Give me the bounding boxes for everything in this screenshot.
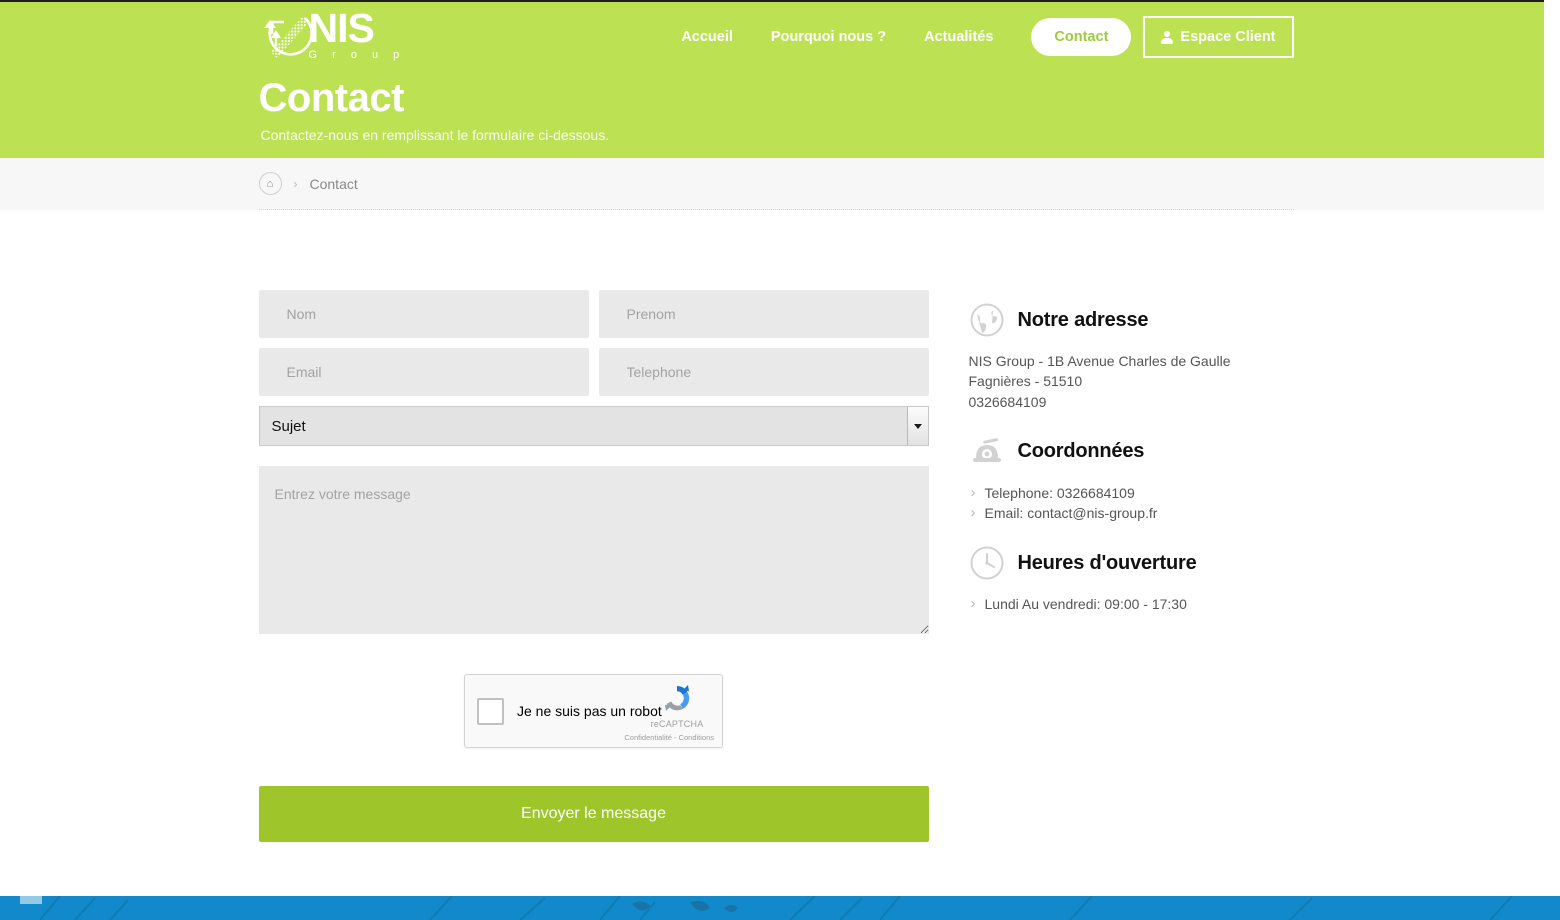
hours-heading: Heures d'ouverture — [969, 545, 1294, 581]
breadcrumb-bar: ⌂ › Contact — [0, 158, 1552, 210]
coordonnees-block: Coordonnées Telephone: 0326684109 Email:… — [969, 434, 1294, 524]
address-block: Notre adresse NIS Group - 1B Avenue Char… — [969, 302, 1294, 412]
espace-client-button[interactable]: Espace Client — [1143, 16, 1294, 58]
page-subtitle: Contactez-nous en remplissant le formula… — [260, 127, 610, 143]
home-icon[interactable]: ⌂ — [258, 172, 282, 195]
header-inner: NIS G r o u p Accueil Pourquoi nous ? Ac… — [259, 2, 1294, 158]
name-row — [258, 290, 929, 338]
hours-title: Heures d'ouverture — [1017, 551, 1197, 574]
user-icon — [1161, 30, 1174, 44]
address-title: Notre adresse — [1017, 308, 1149, 331]
page-title: Contact — [258, 76, 405, 120]
nav-item-actualites[interactable]: Actualités — [924, 29, 993, 45]
nom-input[interactable] — [258, 290, 589, 338]
recaptcha-widget[interactable]: Je ne suis pas un robot reCAPTCHA Confid… — [464, 674, 723, 748]
telephone-icon — [972, 438, 1001, 462]
main-navigation: Accueil Pourquoi nous ? Actualités Conta… — [681, 16, 1294, 58]
recaptcha-icon — [665, 685, 690, 711]
address-line-3: 0326684109 — [968, 393, 1047, 410]
breadcrumb: ⌂ › Contact — [258, 158, 1294, 210]
nav-item-pourquoi-nous[interactable]: Pourquoi nous ? — [771, 29, 886, 45]
message-textarea[interactable] — [258, 466, 929, 634]
submit-button[interactable]: Envoyer le message — [258, 786, 929, 842]
footer-image-strip — [0, 896, 1560, 920]
page-root: NIS G r o u p Accueil Pourquoi nous ? Ac… — [0, 0, 1552, 920]
address-line-1: NIS Group - 1B Avenue Charles de Gaulle — [968, 353, 1231, 369]
coordonnees-heading: Coordonnées — [969, 434, 1294, 470]
sujet-select[interactable]: Sujet — [258, 406, 929, 446]
site-header: NIS G r o u p Accueil Pourquoi nous ? Ac… — [0, 0, 1552, 158]
nav-item-accueil[interactable]: Accueil — [681, 29, 733, 45]
address-line-2: Fagnières - 51510 — [968, 373, 1083, 390]
logo-wordmark: NIS G r o u p — [308, 4, 408, 61]
address-lines: NIS Group - 1B Avenue Charles de Gaulle … — [969, 351, 1294, 412]
email-input[interactable] — [258, 348, 589, 396]
main-content: Sujet Je ne suis pas un robot — [258, 210, 1294, 842]
logo-tagline: G r o u p — [308, 48, 406, 61]
scrollbar-gutter[interactable] — [1544, 0, 1552, 920]
clock-icon — [970, 546, 1003, 580]
sujet-select-wrapper: Sujet — [258, 406, 929, 446]
contact-info-sidebar: Notre adresse NIS Group - 1B Avenue Char… — [969, 290, 1294, 637]
breadcrumb-current: Contact — [309, 175, 358, 192]
globe-icon — [970, 303, 1003, 337]
recaptcha-terms: Confidentialité - Conditions — [624, 733, 714, 742]
contact-row — [258, 348, 929, 396]
list-item: Email: contact@nis-group.fr — [969, 502, 1294, 524]
coordonnees-list: Telephone: 0326684109 Email: contact@nis… — [969, 482, 1294, 524]
site-logo[interactable]: NIS G r o u p — [259, 6, 408, 66]
captcha-zone: Je ne suis pas un robot reCAPTCHA Confid… — [259, 674, 929, 748]
hours-block: Heures d'ouverture Lundi Au vendredi: 09… — [969, 545, 1294, 616]
prenom-input[interactable] — [598, 290, 929, 338]
recaptcha-checkbox[interactable] — [477, 697, 504, 725]
breadcrumb-separator: › — [293, 176, 298, 191]
coordonnees-title: Coordonnées — [1017, 440, 1145, 463]
recaptcha-brand-label: reCAPTCHA — [650, 719, 704, 729]
list-item: Lundi Au vendredi: 09:00 - 17:30 — [969, 593, 1294, 615]
logo-name: NIS — [308, 4, 375, 51]
nav-item-contact[interactable]: Contact — [1031, 18, 1132, 56]
address-heading: Notre adresse — [969, 302, 1294, 338]
list-item: Telephone: 0326684109 — [969, 482, 1294, 504]
hours-list: Lundi Au vendredi: 09:00 - 17:30 — [969, 593, 1294, 615]
recaptcha-branding: reCAPTCHA — [640, 682, 714, 732]
telephone-input[interactable] — [598, 348, 929, 396]
espace-client-label: Espace Client — [1180, 29, 1276, 45]
contact-form: Sujet Je ne suis pas un robot — [258, 290, 929, 842]
